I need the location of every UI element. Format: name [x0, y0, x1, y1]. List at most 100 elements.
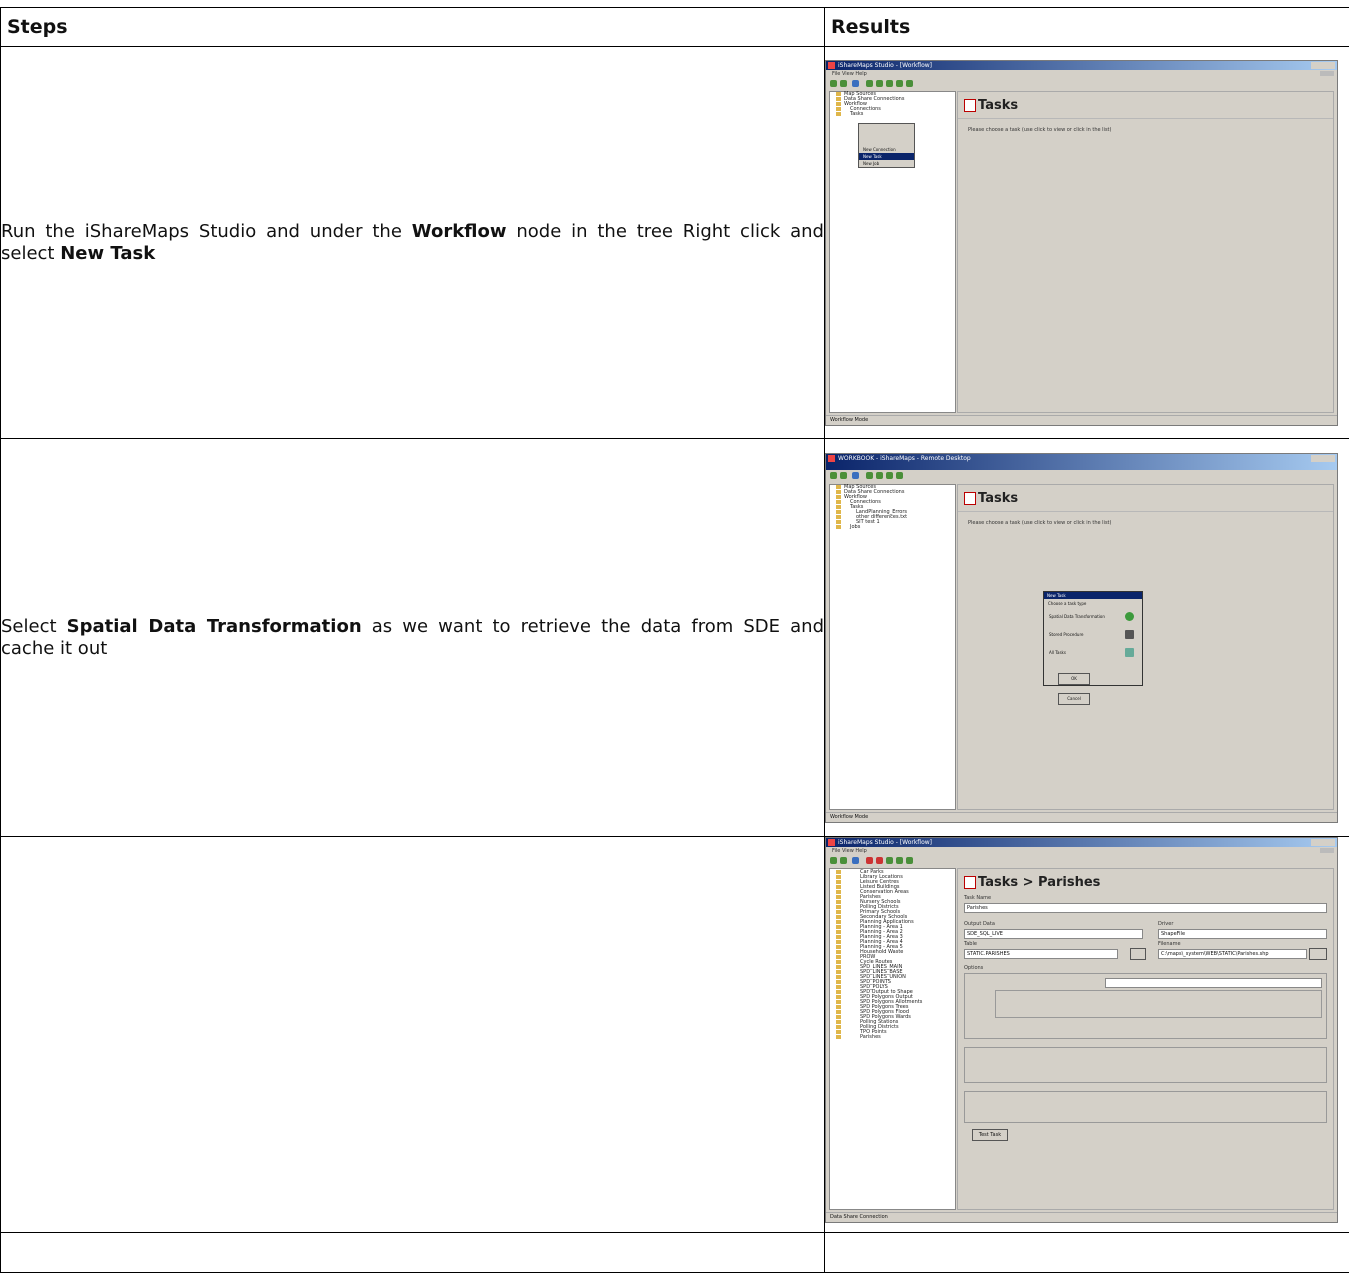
status-bar: Data Share Connection [826, 1212, 1337, 1222]
stop-icon [886, 80, 893, 87]
bold-term-workflow: Workflow [412, 221, 507, 242]
panel-title: Tasks [978, 98, 1018, 113]
forward-icon [840, 472, 847, 479]
app-icon [828, 62, 835, 69]
delete-icon [866, 857, 873, 864]
tasks-icon [1125, 648, 1134, 657]
result-4-cell [825, 1233, 1349, 1273]
table-select[interactable]: STATIC.PARISHES [964, 949, 1118, 959]
forward-icon [840, 857, 847, 864]
filename-label: Filename [1158, 941, 1181, 947]
save-icon [852, 472, 859, 479]
text-span: Select [1, 616, 67, 637]
app-icon [828, 839, 835, 846]
tasks-icon [964, 492, 976, 505]
step-row-2: Select Spatial Data Transformation as we… [1, 439, 1349, 837]
panel-title: Tasks [978, 491, 1018, 506]
steps-header: Steps [1, 8, 825, 47]
window-controls [1311, 839, 1335, 846]
driver-select[interactable]: ShapeFile [1158, 929, 1327, 939]
save-icon [852, 80, 859, 87]
menu-item-new-task[interactable]: New Task [859, 153, 914, 160]
context-menu-spacer [859, 124, 914, 146]
result-3-cell: iShareMaps Studio - [Workflow] File View… [825, 837, 1349, 1233]
result-2-cell: WORKBOOK - iShareMaps - Remote Desktop M… [825, 439, 1349, 837]
toolbar [826, 470, 1337, 481]
option-label: Stored Procedure [1049, 632, 1083, 637]
filename-browse-button[interactable] [1309, 948, 1327, 960]
dialog-prompt: Choose a task type [1044, 599, 1142, 608]
panel-header: Tasks [958, 485, 1333, 512]
option-all-tasks[interactable]: All Tasks [1044, 644, 1142, 662]
tree-item[interactable]: Parishes [830, 1035, 955, 1040]
filename-input[interactable]: C:\maps\_system\WEB\STATIC\Parishes.shp [1158, 949, 1307, 959]
options-select[interactable] [1105, 978, 1322, 988]
context-menu: New Connection New Task New Job [858, 123, 915, 168]
title-bar: WORKBOOK - iShareMaps - Remote Desktop [826, 454, 1337, 463]
panel-header: Tasks > Parishes [958, 869, 1333, 895]
title-bar: iShareMaps Studio - [Workflow] [826, 61, 1337, 70]
add-icon [866, 80, 873, 87]
tasks-panel: Tasks Please choose a task (use click to… [957, 91, 1334, 413]
status-bar: Workflow Mode [826, 812, 1337, 822]
task-editor-panel: Tasks > Parishes Task Name Parishes Outp… [957, 868, 1334, 1210]
panel-hint: Please choose a task (use click to view … [958, 119, 1333, 141]
menu-items: File View Help [832, 71, 867, 77]
tasks-icon [964, 876, 976, 889]
result-1-cell: iShareMaps Studio - [Workflow] File View… [825, 47, 1349, 439]
run-icon [886, 857, 893, 864]
back-icon [830, 472, 837, 479]
app-icon [828, 455, 835, 462]
results-header: Results [825, 8, 1349, 47]
table-label: Table [964, 941, 977, 947]
table-browse-button[interactable] [1130, 948, 1146, 960]
step-1-text: Run the iShareMaps Studio and under the … [1, 47, 825, 439]
mdi-controls [1320, 71, 1334, 76]
source-select[interactable]: SDE_SQL_LIVE [964, 929, 1143, 939]
tree-item[interactable]: Jobs [830, 525, 955, 530]
bold-term-new-task: New Task [60, 243, 155, 264]
help-icon [906, 80, 913, 87]
window-controls [1311, 62, 1335, 69]
step-2-text: Select Spatial Data Transformation as we… [1, 439, 825, 837]
screenshot-studio-context-menu: iShareMaps Studio - [Workflow] File View… [825, 60, 1338, 426]
step-row-1: Run the iShareMaps Studio and under the … [1, 47, 1349, 439]
stop-icon [886, 472, 893, 479]
tree-view: Map Sources Data Share Connections Workf… [829, 484, 956, 810]
status-bar: Workflow Mode [826, 415, 1337, 425]
window-title: WORKBOOK - iShareMaps - Remote Desktop [838, 454, 971, 463]
screenshot-task-parishes: iShareMaps Studio - [Workflow] File View… [825, 837, 1338, 1223]
save-icon [852, 857, 859, 864]
option-spatial-data-transformation[interactable]: Spatial Data Transformation [1044, 608, 1142, 626]
tree-item[interactable]: Tasks [830, 112, 955, 117]
new-task-dialog: New Task Choose a task type Spatial Data… [1043, 591, 1143, 686]
toolbar [826, 78, 1337, 89]
menu-items: File View Help [832, 848, 867, 854]
bold-term-spatial-data-transformation: Spatial Data Transformation [67, 616, 362, 637]
back-icon [830, 80, 837, 87]
task-name-input[interactable]: Parishes [964, 903, 1327, 913]
menu-item-new-job[interactable]: New Job [859, 160, 914, 167]
option-label: All Tasks [1049, 650, 1066, 655]
mdi-controls [1320, 848, 1334, 853]
screenshot-new-task-dialog: WORKBOOK - iShareMaps - Remote Desktop M… [825, 453, 1338, 823]
option-stored-procedure[interactable]: Stored Procedure [1044, 626, 1142, 644]
sql-box-1 [964, 1047, 1327, 1083]
driver-label: Driver [1158, 921, 1173, 927]
test-task-button[interactable]: Test Task [972, 1129, 1008, 1141]
inner-title-bar [826, 463, 1337, 470]
dialog-title: New Task [1044, 592, 1142, 599]
tasks-icon [964, 99, 976, 112]
stop-icon [876, 857, 883, 864]
header-row: Steps Results [1, 8, 1349, 47]
step-row-4 [1, 1233, 1349, 1273]
cancel-button[interactable]: Cancel [1058, 693, 1090, 705]
ok-button[interactable]: OK [1058, 673, 1090, 685]
panel-header: Tasks [958, 92, 1333, 119]
steps-table: Steps Results Run the iShareMaps Studio … [0, 7, 1349, 1273]
panel-title: Tasks > Parishes [978, 875, 1100, 890]
menu-item-new-connection[interactable]: New Connection [859, 146, 914, 153]
database-icon [1125, 630, 1134, 639]
title-bar: iShareMaps Studio - [Workflow] [826, 838, 1337, 847]
forward-icon [840, 80, 847, 87]
